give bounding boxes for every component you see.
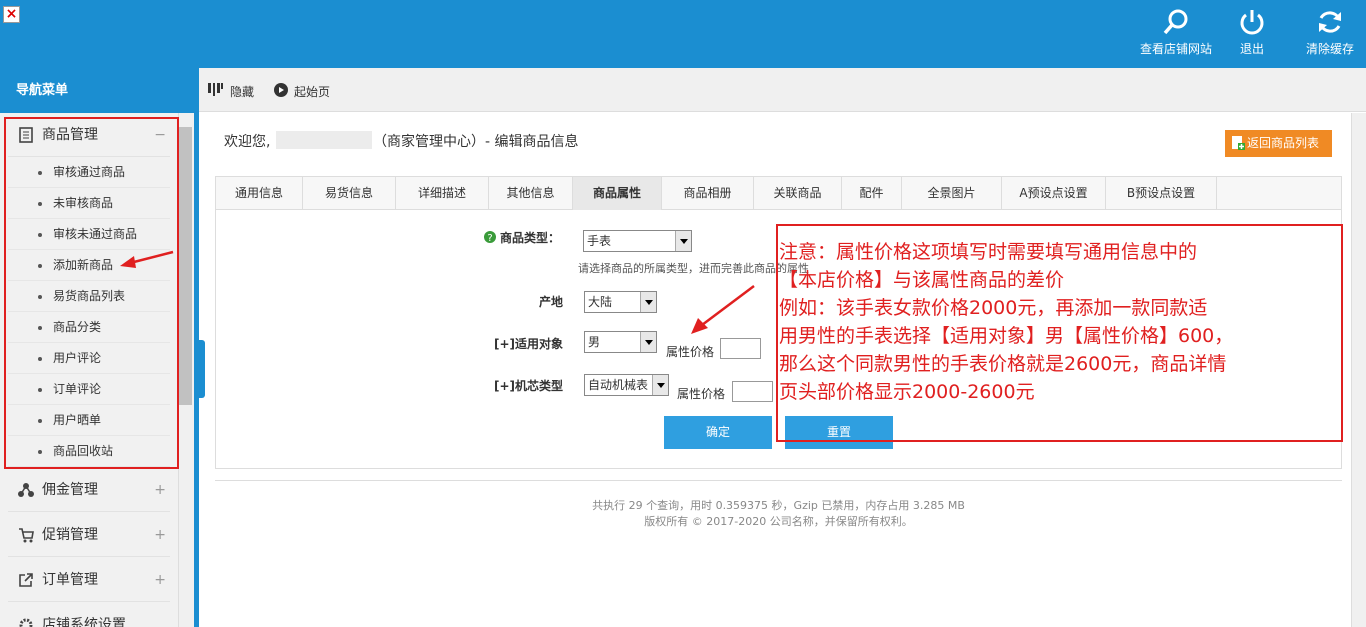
tab-barter[interactable]: 易货信息 — [303, 177, 396, 210]
goods-type-hint: 请选择商品的所属类型，进而完善此商品的属性 — [578, 262, 809, 275]
attribute-price-input-2[interactable] — [732, 381, 773, 402]
note-line: 用男性的手表选择【适用对象】男【属性价格】600， — [779, 325, 1234, 347]
tab-attributes[interactable]: 商品属性 — [573, 177, 662, 210]
clear-cache-label: 清除缓存 — [1305, 42, 1354, 56]
power-icon — [1240, 10, 1264, 35]
annotation-highlight-box — [4, 117, 179, 469]
external-link-icon — [19, 573, 33, 587]
annotation-arrow-icon — [120, 250, 174, 268]
tab-accessories[interactable]: 配件 — [842, 177, 902, 210]
sidebar-group-commission[interactable]: 佣金管理 + — [8, 468, 170, 512]
footer-stats: 共执行 29 个查询，用时 0.359375 秒，Gzip 已禁用，内存占用 3… — [592, 499, 965, 512]
movement-value: 自动机械表 — [588, 378, 649, 392]
welcome-text: 欢迎您, — [224, 134, 271, 150]
sidebar-group-store-settings[interactable]: 店铺系统设置 — [8, 603, 170, 627]
tab-description[interactable]: 详细描述 — [396, 177, 489, 210]
expand-icon[interactable]: + — [154, 468, 166, 512]
tab-preset-a[interactable]: A预设点设置 — [1002, 177, 1106, 210]
tab-panorama[interactable]: 全景图片 — [902, 177, 1002, 210]
sidebar-group-label: 订单管理 — [42, 572, 98, 588]
logout-label: 退出 — [1239, 42, 1264, 56]
goods-type-label: 商品类型： — [499, 231, 560, 245]
network-icon — [18, 483, 34, 497]
target-select[interactable]: 男 — [584, 331, 657, 353]
view-store-label: 查看店铺网站 — [1139, 42, 1212, 56]
clear-cache-button[interactable]: 清除缓存 — [1302, 8, 1358, 60]
attribute-price-label: 属性价格 — [666, 345, 715, 359]
tab-label: 全景图片 — [927, 186, 976, 200]
tab-label: 商品属性 — [592, 186, 641, 200]
tab-label: 通用信息 — [234, 186, 283, 200]
dropdown-arrow-icon — [640, 332, 656, 352]
columns-icon — [208, 83, 223, 96]
page-title: （商家管理中心）- 编辑商品信息 — [373, 134, 579, 150]
annotation-note: 注意：属性价格这项填写时需要填写通用信息中的 【本店价格】与该属性商品的差价 例… — [776, 224, 1343, 442]
main-scrollbar[interactable] — [1351, 113, 1366, 627]
sidebar-group-orders[interactable]: 订单管理 + — [8, 558, 170, 602]
logout-button[interactable]: 退出 — [1232, 8, 1272, 60]
tab-label: 易货信息 — [324, 186, 373, 200]
sidebar-scroll-thumb[interactable] — [179, 127, 192, 405]
note-line: 例如：该手表女款价格2000元，再添加一款同款适 — [779, 297, 1208, 319]
expand-icon[interactable]: + — [154, 558, 166, 602]
origin-value: 大陆 — [588, 295, 613, 309]
hide-label: 隐藏 — [230, 85, 255, 99]
tab-preset-b[interactable]: B预设点设置 — [1106, 177, 1217, 210]
play-icon — [274, 83, 288, 97]
sidebar-title: 导航菜单 — [0, 68, 194, 113]
tab-label: 详细描述 — [417, 186, 466, 200]
sidebar-group-label: 佣金管理 — [42, 482, 98, 498]
sidebar-group-label: 店铺系统设置 — [42, 617, 126, 627]
target-value: 男 — [588, 335, 601, 349]
movement-label: [+]机芯类型 — [493, 379, 563, 393]
footer-copyright: 版权所有 © 2017-2020 公司名称，并保留所有权利。 — [644, 515, 913, 528]
tab-label: 配件 — [859, 186, 884, 200]
tab-label: 商品相册 — [683, 186, 732, 200]
footer-divider — [215, 480, 1342, 481]
dropdown-arrow-icon — [652, 375, 668, 395]
tab-other[interactable]: 其他信息 — [489, 177, 573, 210]
tab-label: B预设点设置 — [1126, 186, 1196, 200]
add-document-icon — [1232, 136, 1245, 150]
home-page-link[interactable]: 起始页 — [274, 82, 334, 99]
collapse-sidebar-handle[interactable] — [197, 340, 205, 398]
tab-label: 其他信息 — [506, 186, 555, 200]
expand-icon[interactable]: + — [154, 513, 166, 557]
tab-general[interactable]: 通用信息 — [216, 177, 303, 210]
annotation-arrow-icon — [691, 285, 755, 334]
note-line: 那么这个同款男性的手表价格就是2600元，商品详情 — [779, 353, 1227, 375]
goods-type-select[interactable]: 手表 — [583, 230, 692, 252]
hide-sidebar-button[interactable]: 隐藏 — [208, 82, 258, 99]
cart-icon — [19, 528, 34, 543]
origin-select[interactable]: 大陆 — [584, 291, 657, 313]
view-store-button[interactable]: 查看店铺网站 — [1138, 8, 1214, 60]
sidebar-group-promotion[interactable]: 促销管理 + — [8, 513, 170, 557]
search-icon — [1163, 9, 1188, 35]
origin-label: 产地 — [538, 295, 563, 309]
dropdown-arrow-icon — [640, 292, 656, 312]
confirm-button[interactable]: 确定 — [664, 416, 772, 449]
tab-label: A预设点设置 — [1019, 186, 1088, 200]
breadcrumb — [199, 68, 1366, 112]
back-to-list-button[interactable]: 返回商品列表 — [1225, 130, 1332, 157]
note-line: 注意：属性价格这项填写时需要填写通用信息中的 — [779, 241, 1198, 263]
tab-related[interactable]: 关联商品 — [754, 177, 842, 210]
back-to-list-label: 返回商品列表 — [1247, 136, 1320, 150]
gear-icon — [19, 618, 33, 627]
dropdown-arrow-icon — [675, 231, 691, 251]
close-icon[interactable]: × — [3, 6, 20, 23]
tab-gallery[interactable]: 商品相册 — [662, 177, 754, 210]
username-redacted — [276, 131, 372, 149]
movement-select[interactable]: 自动机械表 — [584, 374, 669, 396]
home-label: 起始页 — [294, 85, 331, 99]
attribute-price-label-2: 属性价格 — [677, 387, 726, 401]
note-line: 【本店价格】与该属性商品的差价 — [779, 269, 1065, 291]
tab-label: 关联商品 — [773, 186, 822, 200]
refresh-icon — [1319, 11, 1341, 33]
note-line: 页头部价格显示2000-2600元 — [779, 381, 1035, 403]
attribute-price-input[interactable] — [720, 338, 761, 359]
sidebar-group-label: 促销管理 — [42, 527, 98, 543]
goods-type-value: 手表 — [587, 234, 612, 248]
target-label: [+]适用对象 — [493, 337, 563, 351]
